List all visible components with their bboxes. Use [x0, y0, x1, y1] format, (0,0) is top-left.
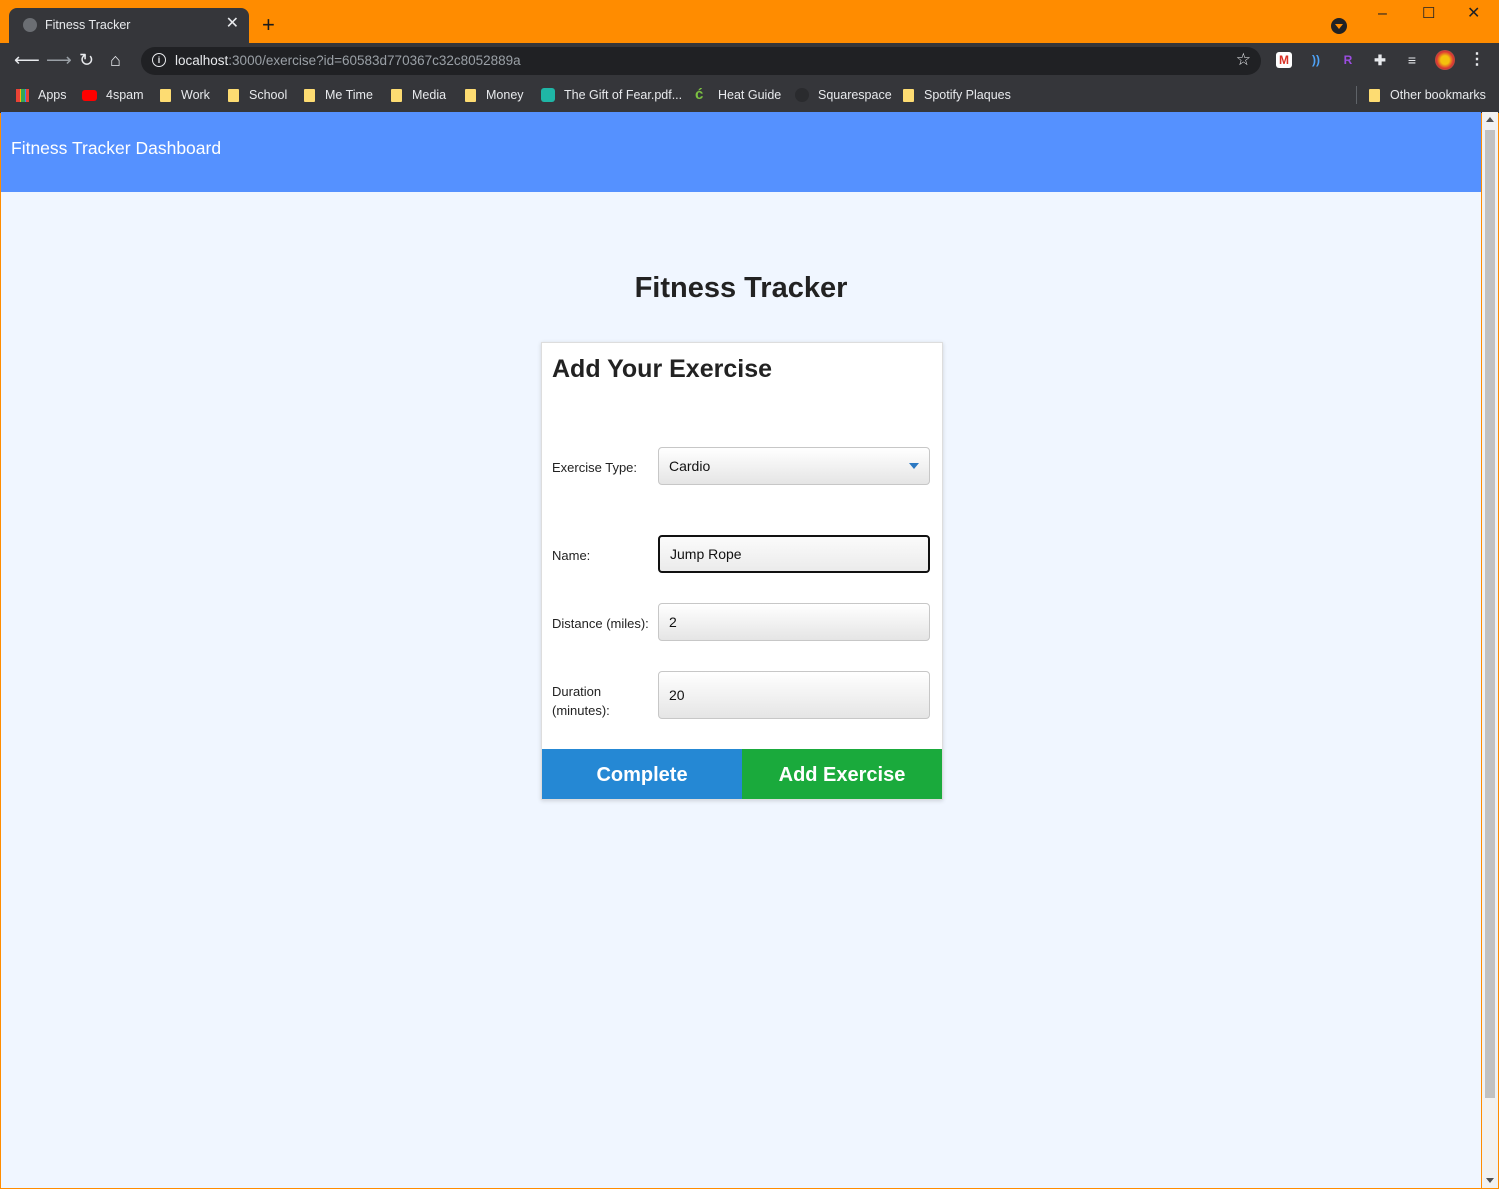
bookmark-label: School	[249, 88, 288, 102]
folder-icon	[391, 88, 402, 102]
bookmark-heat-guide[interactable]: ć Heat Guide	[695, 86, 781, 104]
scroll-down-icon[interactable]	[1486, 1178, 1494, 1183]
bookmark-4spam[interactable]: 4spam	[82, 86, 144, 104]
exercise-type-label: Exercise Type:	[552, 460, 638, 475]
url-host: localhost	[175, 53, 229, 68]
bookmark-label: Work	[181, 88, 210, 102]
name-label: Name:	[552, 548, 591, 563]
complete-button[interactable]: Complete	[542, 749, 742, 799]
bookmarks-separator	[1356, 86, 1357, 104]
extensions-puzzle-icon[interactable]: ✚	[1372, 52, 1388, 68]
add-exercise-button[interactable]: Add Exercise	[742, 749, 942, 799]
duration-input[interactable]	[658, 671, 930, 719]
bookmark-gift-of-fear[interactable]: The Gift of Fear.pdf...	[541, 86, 682, 104]
back-arrow-icon[interactable]: ⟵	[14, 51, 40, 69]
youtube-icon	[82, 89, 97, 101]
exercise-type-select[interactable]: Cardio	[658, 447, 930, 485]
r-extension-icon[interactable]: R	[1340, 52, 1356, 68]
leaf-icon: ć	[695, 86, 704, 103]
maximize-icon[interactable]: ☐	[1422, 6, 1435, 22]
profile-avatar[interactable]	[1435, 50, 1455, 70]
folder-icon	[465, 88, 476, 102]
globe-icon	[23, 18, 37, 32]
exercise-form-card: Add Your Exercise Exercise Type: Cardio …	[541, 342, 943, 800]
bookmark-label: The Gift of Fear.pdf...	[564, 88, 683, 102]
bookmark-label: Spotify Plaques	[924, 88, 1011, 102]
folder-icon	[160, 88, 171, 102]
bookmark-label: Money	[486, 88, 524, 102]
page-viewport: Fitness Tracker Dashboard Fitness Tracke…	[1, 112, 1481, 1188]
bookmark-label: 4spam	[106, 88, 144, 102]
bookmark-media[interactable]: Media	[391, 86, 446, 104]
bookmark-label: Squarespace	[818, 88, 892, 102]
scrollbar-thumb[interactable]	[1485, 130, 1495, 1098]
minimize-icon[interactable]: –	[1378, 6, 1387, 22]
url-text: localhost:3000/exercise?id=60583d770367c…	[175, 53, 521, 68]
bookmark-label: Other bookmarks	[1390, 88, 1486, 102]
scroll-up-icon[interactable]	[1486, 117, 1494, 122]
new-tab-icon[interactable]: +	[262, 14, 275, 36]
bookmark-school[interactable]: School	[228, 86, 287, 104]
squarespace-icon	[795, 88, 809, 102]
bookmark-squarespace[interactable]: Squarespace	[795, 86, 892, 104]
bookmark-label: Me Time	[325, 88, 373, 102]
distance-input[interactable]	[658, 603, 930, 641]
home-icon[interactable]: ⌂	[110, 51, 121, 69]
reload-icon[interactable]: ↻	[79, 51, 94, 69]
chevron-down-icon	[909, 463, 919, 469]
site-info-icon[interactable]: i	[152, 53, 166, 67]
page-title: Fitness Tracker	[634, 272, 848, 304]
wifi-extension-icon[interactable]: ))	[1308, 52, 1324, 68]
close-tab-icon[interactable]: ✕	[226, 16, 239, 32]
browser-toolbar: ⟵ ⟶ ↻ ⌂ i localhost:3000/exercise?id=605…	[0, 43, 1499, 79]
duration-label: Duration (minutes):	[552, 684, 610, 718]
tab-title: Fitness Tracker	[45, 18, 131, 32]
card-title: Add Your Exercise	[552, 355, 772, 383]
bookmark-me-time[interactable]: Me Time	[304, 86, 373, 104]
browser-tab[interactable]: Fitness Tracker ✕	[9, 8, 249, 43]
bookmark-label: Media	[412, 88, 447, 102]
bookmark-spotify-plaques[interactable]: Spotify Plaques	[903, 86, 1011, 104]
title-bar: Fitness Tracker ✕ + – ☐ ✕	[0, 0, 1499, 43]
address-bar[interactable]: i localhost:3000/exercise?id=60583d77036…	[141, 47, 1261, 75]
bookmark-money[interactable]: Money	[465, 86, 524, 104]
document-icon	[541, 88, 555, 102]
bookmark-label: Apps	[38, 88, 67, 102]
navbar-brand[interactable]: Fitness Tracker Dashboard	[11, 138, 221, 159]
folder-icon	[304, 88, 315, 102]
tab-search-icon[interactable]	[1331, 18, 1347, 34]
url-path: :3000/exercise?id=60583d770367c32c805288…	[228, 53, 521, 68]
folder-icon	[228, 88, 239, 102]
gmail-icon[interactable]: M	[1276, 52, 1292, 68]
bookmark-work[interactable]: Work	[160, 86, 210, 104]
window-close-icon[interactable]: ✕	[1467, 6, 1480, 22]
bookmark-apps[interactable]: Apps	[16, 86, 67, 104]
navbar: Fitness Tracker Dashboard	[1, 112, 1481, 192]
vertical-scrollbar[interactable]	[1482, 112, 1498, 1188]
bookmark-label: Heat Guide	[718, 88, 782, 102]
exercise-type-value: Cardio	[669, 458, 711, 474]
menu-dots-icon[interactable]: ⋮	[1469, 52, 1485, 68]
browser-window: Fitness Tracker ✕ + – ☐ ✕ ⟵ ⟶ ↻ ⌂ i loca…	[0, 0, 1499, 1189]
folder-icon	[903, 88, 914, 102]
bookmarks-bar: Apps 4spam Work School Me Time Media Mon…	[0, 79, 1499, 113]
distance-label: Distance (miles):	[552, 616, 649, 631]
forward-arrow-icon[interactable]: ⟶	[46, 51, 72, 69]
bookmark-star-icon[interactable]: ☆	[1236, 50, 1251, 70]
other-bookmarks[interactable]: Other bookmarks	[1369, 86, 1486, 104]
apps-grid-icon	[16, 88, 29, 102]
name-input[interactable]	[658, 535, 930, 573]
folder-icon	[1369, 88, 1380, 102]
media-queue-icon[interactable]: ≡	[1404, 52, 1420, 68]
